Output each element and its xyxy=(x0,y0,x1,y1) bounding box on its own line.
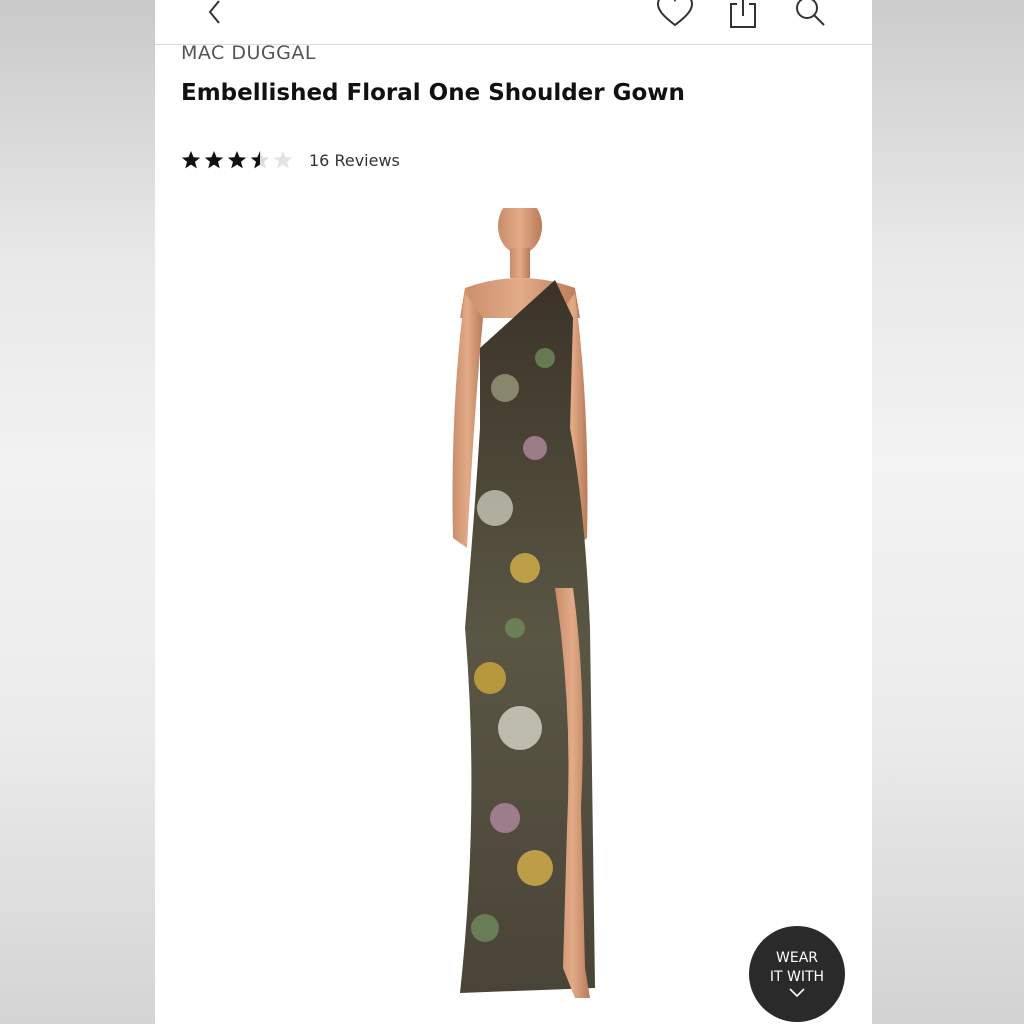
star-icon xyxy=(181,151,201,169)
background-right xyxy=(872,0,1024,1024)
product-page: MAC DUGGAL Embellished Floral One Should… xyxy=(155,0,872,1024)
background-left xyxy=(0,0,155,1024)
reviews-link[interactable]: 16 Reviews xyxy=(309,151,400,170)
wear-it-with-label-line2: IT WITH xyxy=(769,969,825,985)
wear-it-with-label-line1: WEAR xyxy=(776,950,818,966)
half-star-icon xyxy=(250,151,270,169)
star-icon xyxy=(204,151,224,169)
back-button[interactable] xyxy=(195,0,235,32)
empty-star-icon xyxy=(273,151,293,169)
star-icon xyxy=(227,151,247,169)
brand-name[interactable]: MAC DUGGAL xyxy=(181,42,316,64)
product-image[interactable] xyxy=(395,208,655,1008)
product-title: Embellished Floral One Shoulder Gown xyxy=(181,80,685,106)
share-icon xyxy=(730,0,756,28)
chevron-left-icon xyxy=(208,0,220,24)
rating-row[interactable]: 16 Reviews xyxy=(181,148,400,172)
share-button[interactable] xyxy=(723,0,763,32)
search-button[interactable] xyxy=(790,0,830,32)
wishlist-button[interactable] xyxy=(655,0,695,32)
top-nav-bar xyxy=(155,0,872,45)
search-icon xyxy=(796,0,825,26)
chevron-down-icon xyxy=(789,988,805,998)
wear-it-with-button[interactable]: WEAR IT WITH xyxy=(749,926,845,1022)
heart-icon xyxy=(656,0,694,27)
star-rating xyxy=(181,150,293,170)
